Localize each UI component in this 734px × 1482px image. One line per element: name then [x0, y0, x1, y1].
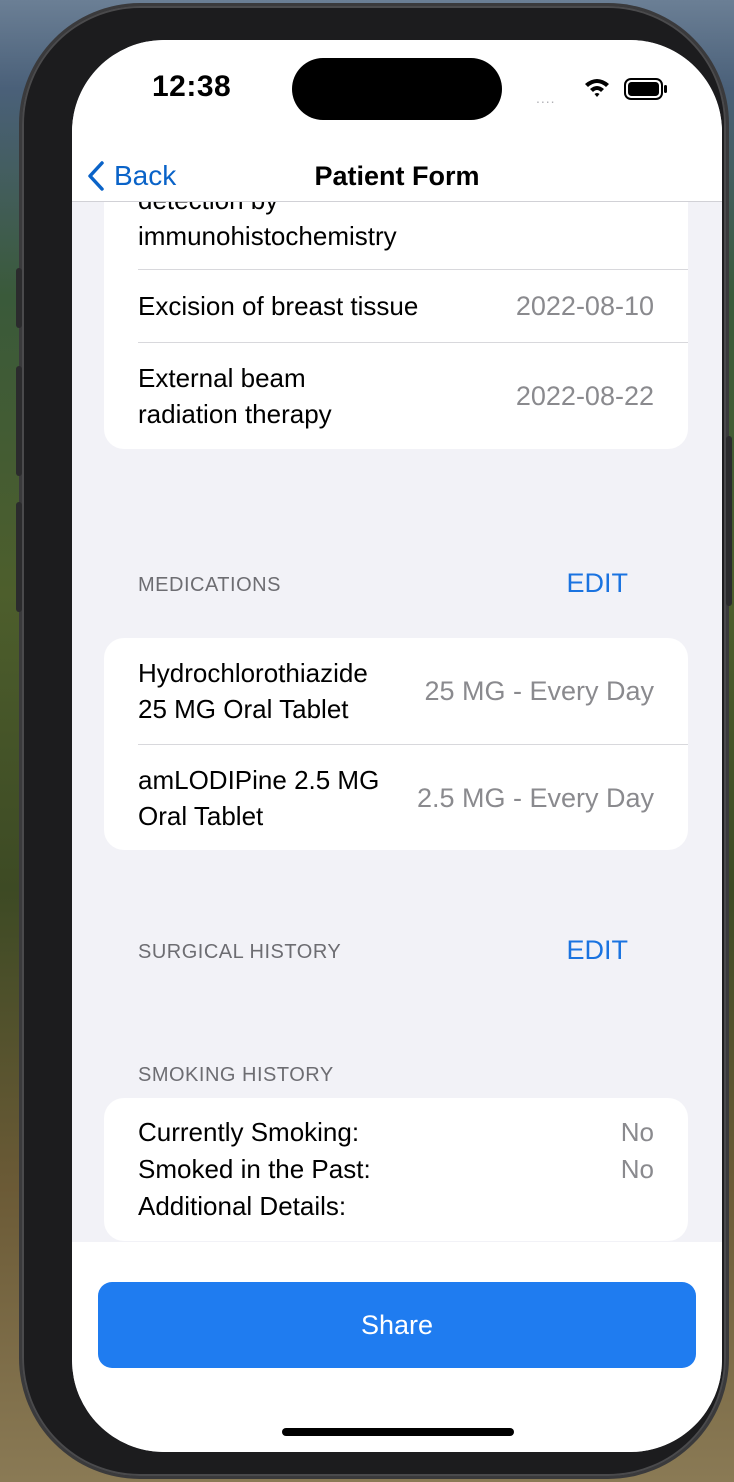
smoked-past-label: Smoked in the Past:: [138, 1154, 371, 1184]
bottom-bar: Share: [72, 1242, 722, 1452]
status-time: 12:38: [152, 70, 232, 103]
procedure-date: 2022-08-10: [515, 291, 654, 321]
medication-dosage: 2.5 MG - Every Day: [416, 782, 654, 813]
smoking-values: No No: [621, 1114, 654, 1188]
volume-up-button: [16, 366, 22, 476]
back-label: Back: [114, 160, 177, 191]
procedure-title: External beam radiation therapy: [138, 363, 332, 429]
dynamic-island: [292, 58, 502, 120]
battery-icon: [624, 78, 667, 100]
form-scroll-content[interactable]: detection by immunohistochemistry Excisi…: [72, 202, 722, 1242]
smoked-past-value: No: [620, 1154, 654, 1184]
surgical-history-edit-button[interactable]: EDIT: [566, 935, 628, 966]
surgical-history-header: SURGICAL HISTORY: [138, 941, 342, 963]
medications-card: Hydrochlorothiazide 25 MG Oral Tablet 25…: [104, 638, 688, 850]
back-button[interactable]: Back: [86, 150, 176, 202]
status-bar: 12:38 ....: [72, 40, 722, 150]
chevron-left-icon: [88, 161, 104, 191]
medication-title: amLODIPine 2.5 MG Oral Tablet: [138, 764, 380, 831]
share-button[interactable]: Share: [98, 1282, 696, 1368]
procedure-title: detection by immunohistochemistry: [138, 202, 397, 251]
smoking-labels: Currently Smoking: Smoked in the Past: A…: [138, 1114, 371, 1225]
list-item[interactable]: amLODIPine 2.5 MG Oral Tablet 2.5 MG - E…: [138, 745, 654, 850]
navigation-bar: Patient Form Back: [72, 150, 722, 202]
medications-header: MEDICATIONS: [138, 574, 281, 596]
signal-icon: ....: [536, 90, 556, 106]
currently-smoking-label: Currently Smoking:: [138, 1117, 360, 1147]
procedures-card: detection by immunohistochemistry Excisi…: [104, 202, 688, 449]
procedure-title: Excision of breast tissue: [138, 291, 419, 321]
silent-switch: [16, 268, 22, 328]
procedure-date: 2022-08-22: [515, 381, 654, 411]
list-item[interactable]: detection by immunohistochemistry: [138, 202, 654, 268]
screen: 12:38 .... Patient Form Back immunohisto…: [72, 40, 722, 1452]
volume-down-button: [16, 502, 22, 612]
power-button: [726, 436, 732, 606]
list-item[interactable]: Excision of breast tissue 2022-08-10: [138, 270, 654, 342]
additional-details-label: Additional Details:: [138, 1191, 347, 1221]
medication-title: Hydrochlorothiazide 25 MG Oral Tablet: [138, 658, 368, 724]
medication-dosage: 25 MG - Every Day: [424, 676, 654, 706]
list-item[interactable]: Hydrochlorothiazide 25 MG Oral Tablet 25…: [138, 638, 654, 744]
wifi-icon: [585, 79, 609, 97]
smoking-history-header: SMOKING HISTORY: [138, 1064, 334, 1086]
smoking-history-card: Currently Smoking: Smoked in the Past: A…: [104, 1098, 688, 1241]
currently-smoking-value: No: [620, 1117, 654, 1147]
home-indicator[interactable]: [282, 1428, 514, 1436]
phone-frame: 12:38 .... Patient Form Back immunohisto…: [16, 6, 732, 1476]
list-item[interactable]: External beam radiation therapy 2022-08-…: [138, 343, 654, 449]
medications-edit-button[interactable]: EDIT: [566, 568, 628, 599]
